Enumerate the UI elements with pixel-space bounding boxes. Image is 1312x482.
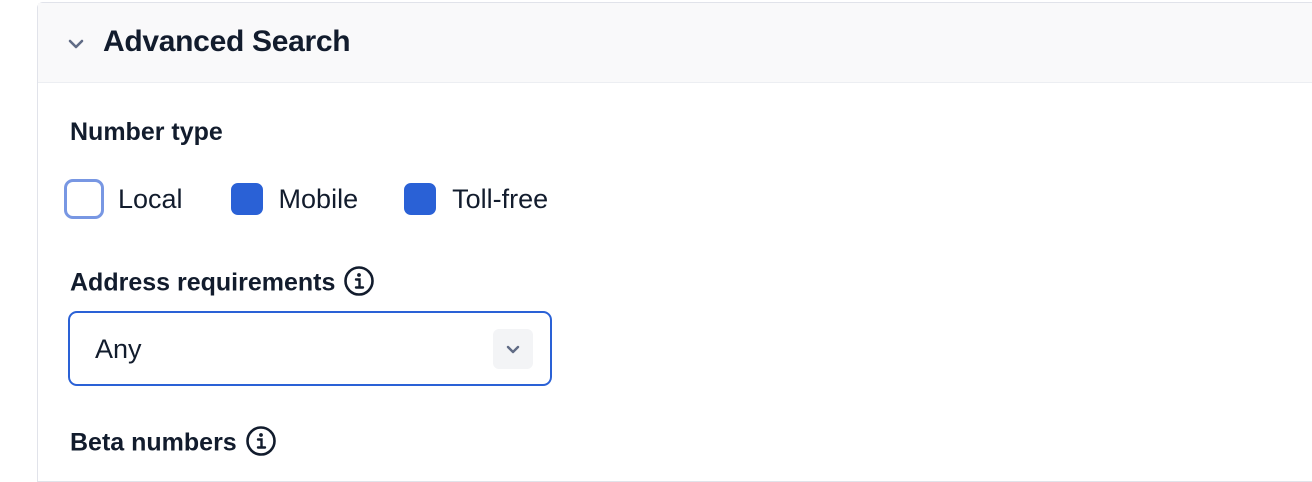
beta-numbers-heading: Beta numbers <box>70 425 277 460</box>
advanced-search-header[interactable]: Advanced Search <box>38 3 1312 83</box>
address-requirements-heading: Address requirements <box>70 265 375 300</box>
address-requirements-select[interactable]: Any <box>68 311 552 386</box>
info-icon[interactable] <box>343 265 375 297</box>
select-value: Any <box>95 334 142 364</box>
chevron-down-icon[interactable] <box>66 34 86 54</box>
number-type-options: Local Mobile Toll-free <box>64 176 594 222</box>
select-caret[interactable] <box>493 329 533 369</box>
mobile-checkbox-box[interactable] <box>230 183 263 215</box>
chevron-down-icon <box>506 345 520 354</box>
info-icon[interactable] <box>245 425 277 457</box>
advanced-search-panel: Advanced Search <box>37 2 1312 482</box>
panel-title: Advanced Search <box>103 25 351 58</box>
checkbox-mobile-label: Mobile <box>278 183 359 214</box>
checkbox-toll-free[interactable]: Toll-free <box>404 183 548 215</box>
local-checkbox-box[interactable] <box>64 179 104 219</box>
checkbox-local[interactable]: Local <box>64 179 183 219</box>
checkbox-local-label: Local <box>118 183 183 214</box>
checkbox-toll-free-label: Toll-free <box>452 183 549 214</box>
address-requirements-label: Address requirements <box>70 268 336 297</box>
beta-numbers-label: Beta numbers <box>70 428 237 457</box>
number-type-label: Number type <box>70 118 223 146</box>
toll-free-checkbox-box[interactable] <box>404 183 437 215</box>
checkbox-mobile[interactable]: Mobile <box>230 183 359 215</box>
